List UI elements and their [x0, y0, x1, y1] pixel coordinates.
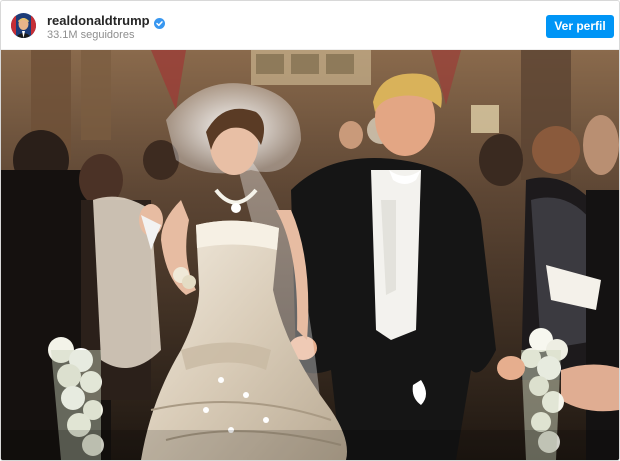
follower-count: 33.1M seguidores — [47, 29, 135, 41]
avatar-image — [11, 13, 36, 38]
username-row: realdonaldtrump — [47, 13, 165, 29]
post-header: realdonaldtrump 33.1M seguidores Ver per… — [1, 1, 619, 49]
wedding-photo[interactable] — [1, 50, 619, 460]
wedding-photo-illustration — [1, 50, 619, 460]
profile-avatar[interactable] — [11, 13, 36, 38]
username[interactable]: realdonaldtrump — [47, 13, 150, 29]
verified-check-icon — [153, 16, 165, 29]
instagram-embed: realdonaldtrump 33.1M seguidores Ver per… — [0, 0, 620, 461]
view-profile-button[interactable]: Ver perfil — [546, 15, 614, 38]
